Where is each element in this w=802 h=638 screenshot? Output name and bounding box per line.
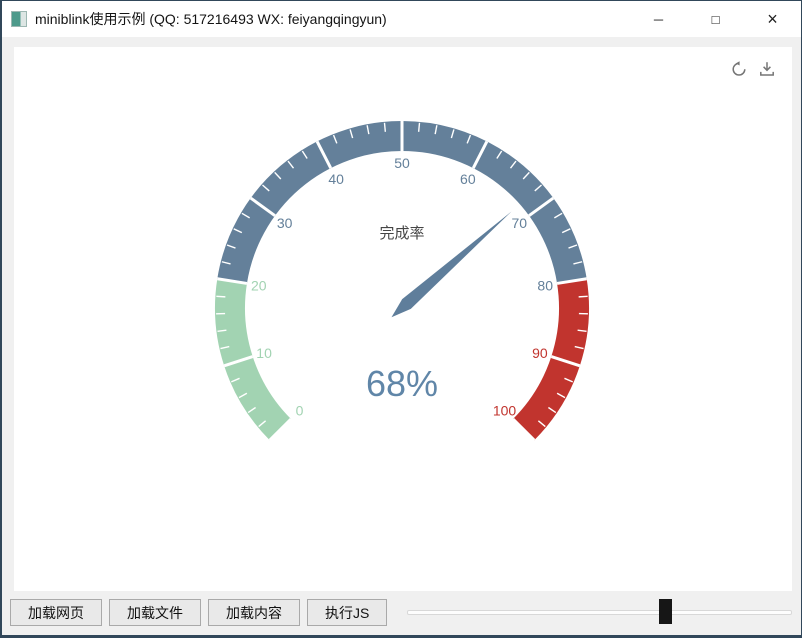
svg-text:30: 30 xyxy=(277,215,293,231)
gauge-chart: 0102030405060708090100 xyxy=(14,47,792,591)
title-bar: miniblink使用示例 (QQ: 517216493 WX: feiyang… xyxy=(2,1,801,37)
app-icon xyxy=(11,11,27,27)
load-file-button[interactable]: 加载文件 xyxy=(109,599,201,626)
svg-text:80: 80 xyxy=(537,277,553,293)
value-slider[interactable] xyxy=(407,610,792,615)
gauge-detail-value: 68% xyxy=(277,361,527,407)
svg-text:50: 50 xyxy=(394,155,410,171)
svg-text:90: 90 xyxy=(532,345,548,361)
svg-text:70: 70 xyxy=(512,215,528,231)
load-content-button[interactable]: 加载内容 xyxy=(208,599,300,626)
load-webpage-button[interactable]: 加载网页 xyxy=(10,599,102,626)
maximize-button[interactable]: □ xyxy=(687,1,744,37)
window-title: miniblink使用示例 (QQ: 517216493 WX: feiyang… xyxy=(35,9,387,29)
restore-button[interactable] xyxy=(730,60,748,78)
slider-handle[interactable] xyxy=(659,599,672,624)
svg-text:20: 20 xyxy=(251,277,267,293)
svg-text:60: 60 xyxy=(460,171,476,187)
minimize-button[interactable]: ─ xyxy=(630,1,687,37)
save-image-button[interactable] xyxy=(758,60,776,78)
svg-text:40: 40 xyxy=(328,171,344,187)
chart-panel: 0102030405060708090100 完成率 68% xyxy=(14,47,792,591)
refresh-icon xyxy=(730,60,748,78)
window-controls: ─ □ × xyxy=(630,1,801,37)
chart-toolbox xyxy=(730,60,776,78)
app-window: miniblink使用示例 (QQ: 517216493 WX: feiyang… xyxy=(0,0,802,638)
close-button[interactable]: × xyxy=(744,1,801,37)
gauge-title: 完成率 xyxy=(302,223,502,245)
download-icon xyxy=(758,60,776,78)
bottom-toolbar: 加载网页 加载文件 加载内容 执行JS xyxy=(10,599,387,626)
execute-js-button[interactable]: 执行JS xyxy=(307,599,387,626)
svg-text:10: 10 xyxy=(256,345,272,361)
